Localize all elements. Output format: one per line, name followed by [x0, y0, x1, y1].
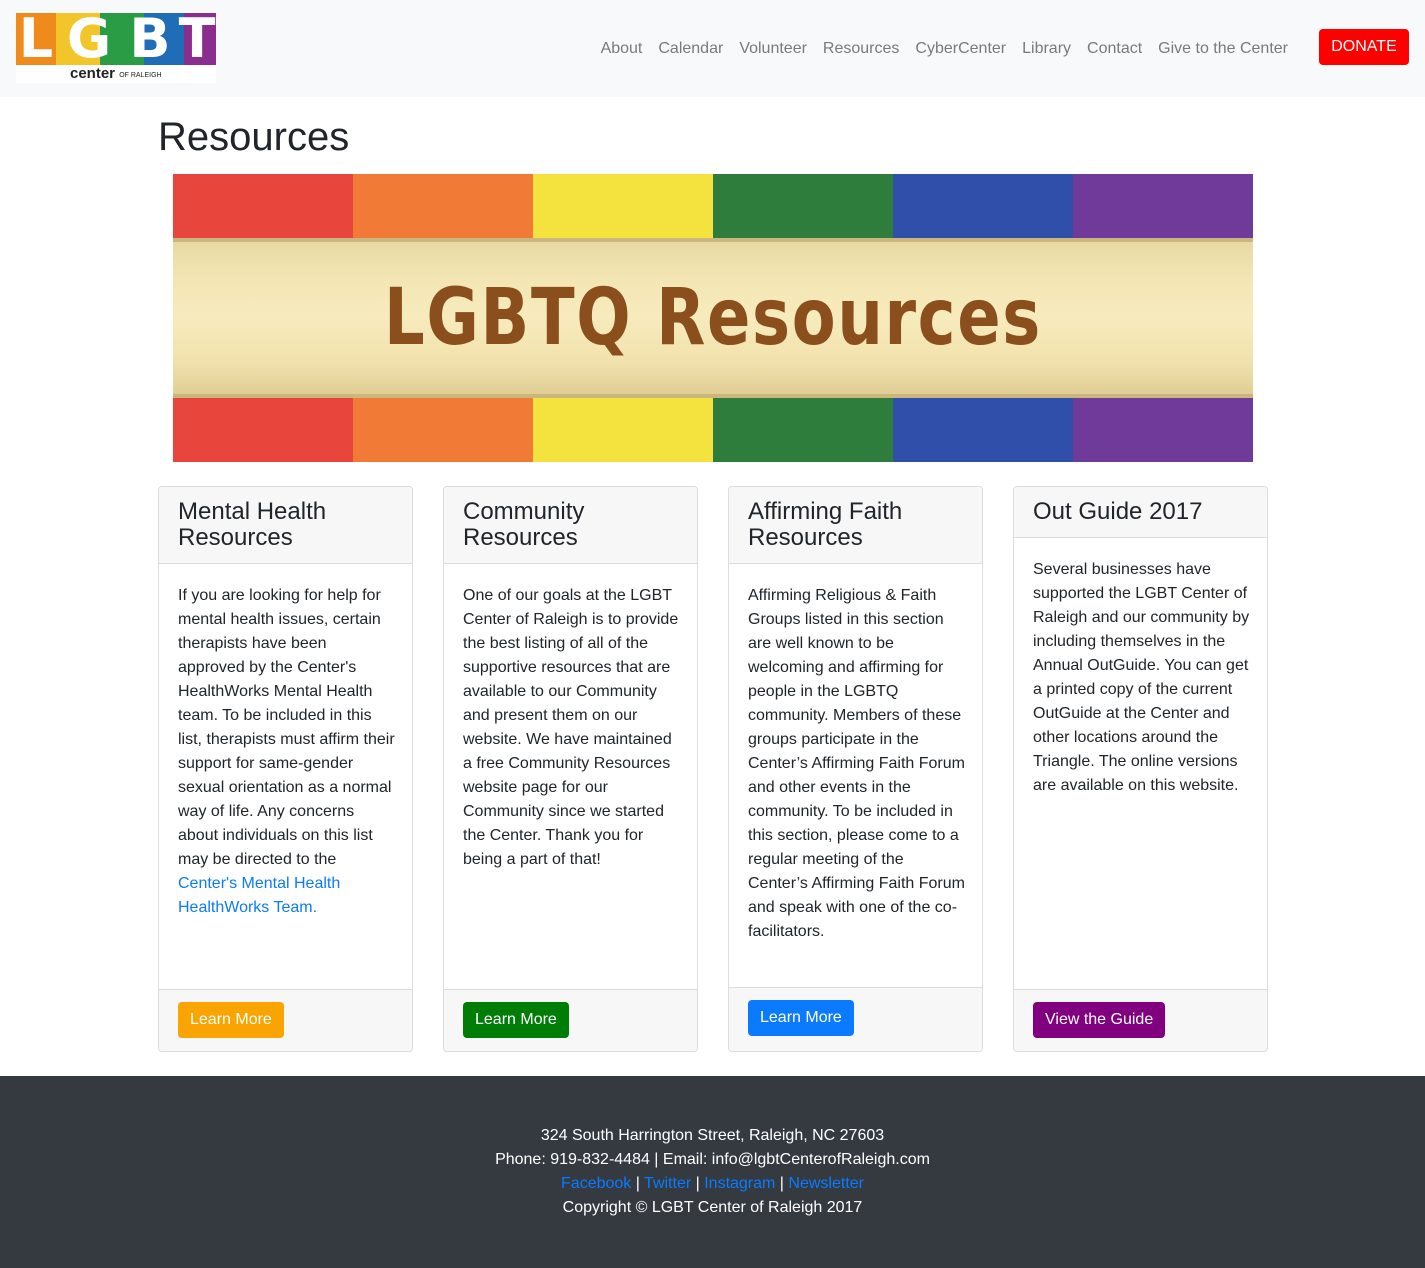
- card-title: Mental Health Resources: [178, 498, 327, 551]
- card-body: One of our goals at the LGBT Center of R…: [463, 584, 680, 872]
- nav-link-cybercenter[interactable]: CyberCenter: [907, 38, 1014, 60]
- page-title: Resources: [158, 115, 350, 159]
- card-title: Community Resources: [463, 498, 585, 551]
- card-header: Mental Health Resources: [159, 487, 412, 564]
- footer-content: 324 South Harrington Street, Raleigh, NC…: [0, 1124, 1425, 1220]
- lgbt-center-logo[interactable]: L G B T center OF RALEIGH: [16, 13, 216, 83]
- logo-letter: B: [129, 13, 171, 70]
- nav-link-contact[interactable]: Contact: [1079, 38, 1150, 60]
- mental-health-team-link[interactable]: Center's Mental Health HealthWorks Team.: [178, 875, 340, 916]
- nav-link-calendar[interactable]: Calendar: [650, 38, 731, 60]
- logo-subtitle: center OF RALEIGH: [70, 65, 216, 83]
- footer-social: Facebook | Twitter | Instagram | Newslet…: [0, 1172, 1425, 1196]
- card-header: Affirming Faith Resources: [729, 487, 982, 564]
- footer-separator: |: [631, 1175, 645, 1192]
- resources-banner: LGBTQ Resources: [173, 174, 1253, 462]
- footer-separator: |: [691, 1175, 705, 1192]
- nav-link-library[interactable]: Library: [1014, 38, 1079, 60]
- top-navbar: L G B T center OF RALEIGH About Calendar…: [0, 0, 1425, 97]
- card-body: Several businesses have supported the LG…: [1033, 558, 1250, 798]
- card-title: Affirming Faith Resources: [748, 498, 903, 551]
- logo-center-text: center: [70, 65, 116, 82]
- card-text: Affirming Religious & Faith Groups liste…: [748, 587, 965, 940]
- card-body: Affirming Religious & Faith Groups liste…: [748, 584, 965, 944]
- logo-letters: L G B T: [16, 13, 216, 70]
- card-footer: View the Guide: [1014, 989, 1267, 1051]
- banner-title: LGBTQ Resources: [384, 273, 1042, 363]
- card-text: If you are looking for help for mental h…: [178, 587, 395, 868]
- card-mental-health: Mental Health Resources If you are looki…: [158, 486, 413, 1052]
- main-nav: About Calendar Volunteer Resources Cyber…: [593, 38, 1296, 60]
- card-affirming-faith: Affirming Faith Resources Affirming Reli…: [728, 486, 983, 1052]
- site-footer: 324 South Harrington Street, Raleigh, NC…: [0, 1076, 1425, 1268]
- card-footer: Learn More: [159, 989, 412, 1051]
- card-header: Out Guide 2017: [1014, 487, 1267, 538]
- nav-link-give[interactable]: Give to the Center: [1150, 38, 1296, 60]
- learn-more-button[interactable]: Learn More: [463, 1002, 569, 1038]
- footer-address: 324 South Harrington Street, Raleigh, NC…: [540, 1127, 885, 1144]
- footer-separator: |: [775, 1175, 789, 1192]
- learn-more-button[interactable]: Learn More: [178, 1002, 284, 1038]
- donate-button[interactable]: DONATE: [1319, 29, 1409, 65]
- nav-link-volunteer[interactable]: Volunteer: [731, 38, 815, 60]
- card-footer: Learn More: [729, 987, 982, 1051]
- card-text: One of our goals at the LGBT Center of R…: [463, 587, 679, 868]
- card-community: Community Resources One of our goals at …: [443, 486, 698, 1052]
- card-title: Out Guide 2017: [1033, 498, 1203, 525]
- newsletter-link[interactable]: Newsletter: [788, 1175, 864, 1192]
- view-guide-button[interactable]: View the Guide: [1033, 1002, 1166, 1038]
- logo-city-text: OF RALEIGH: [119, 72, 162, 79]
- learn-more-button[interactable]: Learn More: [748, 1000, 854, 1036]
- nav-link-resources[interactable]: Resources: [815, 38, 907, 60]
- logo-letter: G: [66, 13, 112, 70]
- nav-link-about[interactable]: About: [593, 38, 651, 60]
- card-text: Several businesses have supported the LG…: [1033, 561, 1250, 794]
- card-body: If you are looking for help for mental h…: [178, 584, 395, 920]
- card-header: Community Resources: [444, 487, 697, 564]
- logo-letter: T: [178, 13, 216, 70]
- logo-letter: L: [18, 13, 54, 70]
- twitter-link[interactable]: Twitter: [644, 1175, 691, 1192]
- instagram-link[interactable]: Instagram: [704, 1175, 775, 1192]
- footer-copyright: Copyright © LGBT Center of Raleigh 2017: [562, 1199, 863, 1216]
- card-out-guide: Out Guide 2017 Several businesses have s…: [1013, 486, 1268, 1052]
- card-footer: Learn More: [444, 989, 697, 1051]
- facebook-link[interactable]: Facebook: [561, 1175, 631, 1192]
- footer-contact: Phone: 919-832-4484 | Email: info@lgbtCe…: [495, 1151, 930, 1168]
